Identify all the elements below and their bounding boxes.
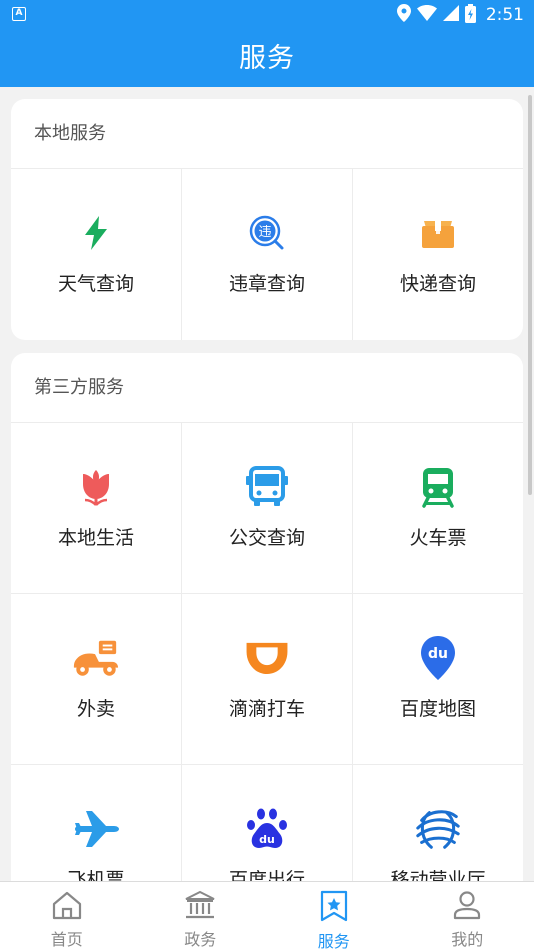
tab-government[interactable]: 政务 bbox=[134, 882, 268, 950]
service-label: 公交查询 bbox=[228, 527, 305, 549]
local-services-heading: 本地服务 bbox=[11, 99, 523, 169]
service-label: 天气查询 bbox=[57, 273, 134, 295]
government-icon bbox=[184, 890, 216, 924]
tab-label: 政务 bbox=[184, 930, 217, 949]
weather-query-button[interactable]: 天气查询 bbox=[11, 169, 182, 340]
baidu-paw-icon: du bbox=[243, 805, 291, 853]
app-notification-icon: A bbox=[12, 7, 26, 21]
svg-text:du: du bbox=[259, 833, 275, 846]
user-icon bbox=[452, 890, 482, 924]
tab-label: 首页 bbox=[50, 930, 83, 949]
page-title: 服务 bbox=[239, 43, 295, 74]
baidu-travel-button[interactable]: du 百度出行 bbox=[182, 765, 353, 881]
delivery-scooter-icon bbox=[72, 634, 120, 682]
airplane-icon bbox=[72, 805, 120, 853]
signal-icon bbox=[442, 5, 459, 25]
status-bar: A 2:51 bbox=[0, 0, 534, 30]
didi-taxi-button[interactable]: 滴滴打车 bbox=[182, 594, 353, 765]
local-life-button[interactable]: 本地生活 bbox=[11, 423, 182, 594]
express-query-button[interactable]: 快递查询 bbox=[353, 169, 523, 340]
svg-text:du: du bbox=[428, 646, 448, 662]
service-label: 快递查询 bbox=[399, 273, 476, 295]
service-label: 本地生活 bbox=[57, 527, 134, 549]
local-services-grid: 天气查询 违 违章查询 快递查询 bbox=[11, 169, 523, 340]
violation-search-icon: 违 bbox=[243, 209, 291, 257]
china-mobile-icon bbox=[414, 805, 462, 853]
takeaway-button[interactable]: 外卖 bbox=[11, 594, 182, 765]
tulip-icon bbox=[72, 463, 120, 511]
scrollbar[interactable] bbox=[528, 95, 532, 495]
local-services-card: 本地服务 天气查询 违 违章查询 快递查询 bbox=[11, 99, 523, 340]
clock: 2:51 bbox=[485, 5, 524, 25]
tab-home[interactable]: 首页 bbox=[0, 882, 134, 950]
tab-mine[interactable]: 我的 bbox=[401, 882, 534, 950]
location-icon bbox=[396, 4, 411, 26]
service-label: 飞机票 bbox=[67, 869, 125, 881]
bottom-tab-bar: 首页 政务 服务 我的 bbox=[0, 881, 534, 950]
service-label: 百度出行 bbox=[228, 869, 305, 881]
tab-services[interactable]: 服务 bbox=[267, 882, 401, 950]
service-label: 百度地图 bbox=[399, 698, 476, 720]
battery-icon bbox=[464, 3, 476, 27]
wifi-icon bbox=[416, 5, 437, 25]
service-label: 违章查询 bbox=[228, 273, 305, 295]
star-bookmark-icon bbox=[319, 890, 349, 926]
app-header: 服务 bbox=[0, 30, 534, 87]
tab-label: 服务 bbox=[317, 932, 350, 950]
bus-query-button[interactable]: 公交查询 bbox=[182, 423, 353, 594]
service-label: 滴滴打车 bbox=[228, 698, 305, 720]
bus-icon bbox=[243, 463, 291, 511]
service-label: 外卖 bbox=[76, 698, 115, 720]
third-party-grid: 本地生活 公交查询 火车票 外卖 滴滴打车 du 百度地图 飞机票 du 百度出… bbox=[11, 423, 523, 881]
service-label: 火车票 bbox=[409, 527, 467, 549]
didi-icon bbox=[243, 634, 291, 682]
svg-text:违: 违 bbox=[258, 225, 271, 240]
violation-query-button[interactable]: 违 违章查询 bbox=[182, 169, 353, 340]
train-ticket-button[interactable]: 火车票 bbox=[353, 423, 523, 594]
third-party-heading: 第三方服务 bbox=[11, 353, 523, 423]
flight-ticket-button[interactable]: 飞机票 bbox=[11, 765, 182, 881]
lightning-icon bbox=[72, 209, 120, 257]
third-party-services-card: 第三方服务 本地生活 公交查询 火车票 外卖 滴滴打车 du 百度地图 飞机票 … bbox=[11, 353, 523, 881]
services-scroll-area[interactable]: 本地服务 天气查询 违 违章查询 快递查询 第三方服务 本地生活 公交查询 火车… bbox=[0, 87, 534, 881]
home-icon bbox=[51, 890, 83, 924]
mobile-service-hall-button[interactable]: 移动营业厅 bbox=[353, 765, 523, 881]
baidu-map-button[interactable]: du 百度地图 bbox=[353, 594, 523, 765]
tab-label: 我的 bbox=[451, 930, 484, 949]
service-label: 移动营业厅 bbox=[390, 869, 486, 881]
train-icon bbox=[414, 463, 462, 511]
map-pin-icon: du bbox=[414, 634, 462, 682]
package-icon bbox=[414, 209, 462, 257]
